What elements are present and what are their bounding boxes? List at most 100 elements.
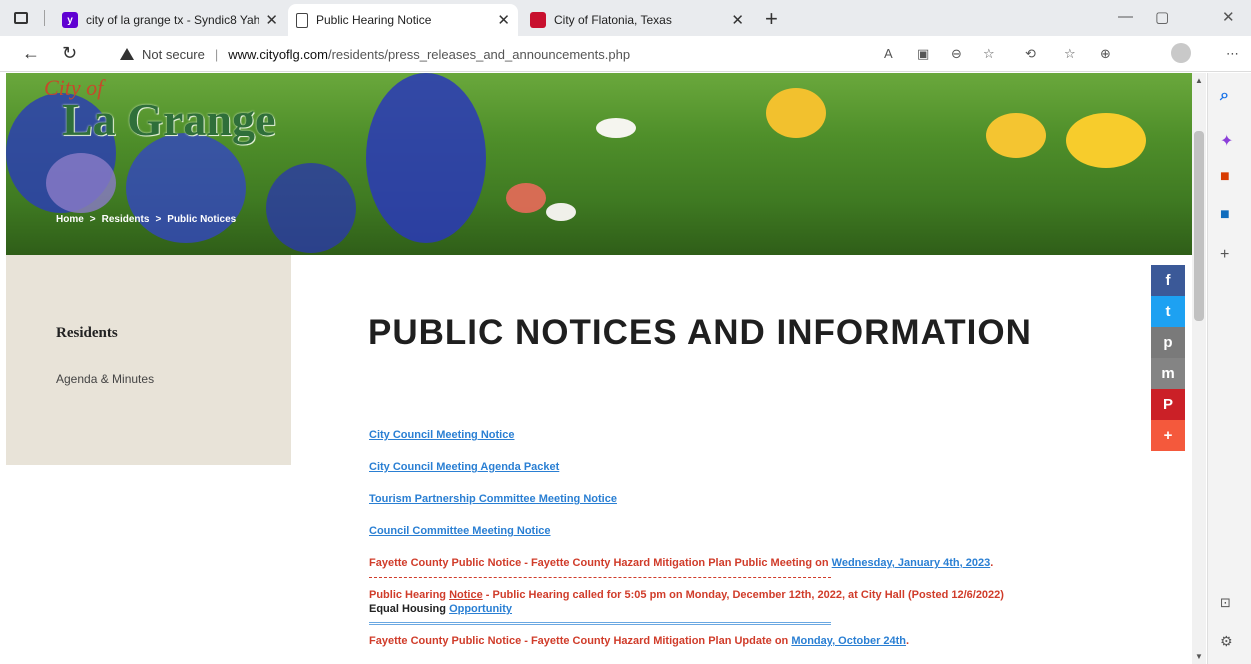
breadcrumb-separator: > (155, 214, 162, 225)
collections-icon[interactable]: ⊕ (1100, 46, 1111, 62)
notice-text: . (990, 557, 994, 569)
hero-banner: City of La Grange Home > Residents > Pub… (6, 73, 1202, 255)
url-path: /residents/press_releases_and_announceme… (327, 46, 631, 62)
extensions-icon[interactable]: ⟲ (1025, 46, 1036, 62)
security-label: Not secure (142, 46, 205, 62)
scrollbar[interactable]: ▲ ▼ (1192, 73, 1206, 664)
settings-icon[interactable]: ⚙ (1220, 633, 1233, 650)
scroll-thumb[interactable] (1194, 131, 1204, 321)
coreopsis-decoration (1066, 113, 1146, 168)
warning-icon (120, 48, 134, 60)
tab-yahoo[interactable]: y city of la grange tx - Syndic8 Yah ✕ (54, 4, 286, 36)
scroll-down-icon[interactable]: ▼ (1195, 652, 1203, 661)
office-icon[interactable]: ■ (1220, 168, 1230, 186)
restore-icon[interactable]: ▢ (1155, 8, 1169, 26)
notice-link[interactable]: City Council Meeting Agenda Packet (369, 461, 559, 473)
sparkle-icon[interactable]: ✦ (1220, 131, 1233, 151)
sidebar-toggle-icon[interactable]: ⊡ (1220, 595, 1231, 611)
add-icon[interactable]: + (1220, 246, 1229, 264)
divider (369, 577, 831, 578)
refresh-icon[interactable]: ↻ (62, 43, 77, 64)
pinterest-icon[interactable]: P (1151, 389, 1185, 420)
notice-text: Equal Housing (369, 603, 450, 615)
search-icon[interactable]: ⌕ (1220, 87, 1229, 105)
print-icon[interactable]: p (1151, 327, 1185, 358)
more-icon[interactable]: ⋯ (1226, 46, 1239, 62)
notice-text: - Public Hearing called for 5:05 pm on M… (482, 589, 1004, 601)
notice-date-link[interactable]: Monday, October 24th (791, 635, 906, 647)
minimize-icon[interactable]: — (1118, 8, 1133, 25)
divider (369, 622, 831, 625)
notice-item: Fayette County Public Notice - Fayette C… (369, 635, 909, 647)
tab-title: city of la grange tx - Syndic8 Yah (86, 13, 260, 27)
notice-text: Fayette County Public Notice - Fayette C… (369, 557, 832, 569)
share-bar: f t p m P + (1151, 265, 1185, 451)
twitter-icon[interactable]: t (1151, 296, 1185, 327)
bluebonnet-decoration (266, 163, 356, 253)
notice-date-link[interactable]: Wednesday, January 4th, 2023 (832, 557, 991, 569)
coreopsis-decoration (766, 88, 826, 138)
close-window-icon[interactable]: ✕ (1222, 8, 1235, 26)
tab-actions-icon (14, 12, 28, 24)
tab-public-hearing[interactable]: Public Hearing Notice ✕ (288, 4, 518, 36)
facebook-icon[interactable]: f (1151, 265, 1185, 296)
url-separator: | (214, 46, 219, 62)
favorite-add-icon[interactable]: ☆ (983, 46, 995, 62)
document-icon (296, 12, 308, 28)
breadcrumb: Home > Residents > Public Notices (56, 214, 236, 225)
lupine-decoration (46, 153, 116, 213)
new-tab-button[interactable]: + (765, 6, 778, 32)
favorites-icon[interactable]: ☆ (1064, 46, 1076, 62)
avatar[interactable] (1171, 43, 1191, 63)
notice-link[interactable]: Notice (449, 589, 483, 601)
close-tab-icon[interactable]: ✕ (497, 11, 510, 29)
url-host: www.cityoflg.com (228, 46, 328, 62)
breadcrumb-residents[interactable]: Residents (102, 214, 150, 225)
address-bar: ← ↻ Not secure | www.cityoflg.com/reside… (0, 36, 1251, 72)
breadcrumb-home[interactable]: Home (56, 214, 84, 225)
notice-item: Equal Housing Opportunity (369, 603, 512, 615)
immersive-reader-icon[interactable]: ▣ (917, 46, 929, 62)
breadcrumb-current: Public Notices (167, 214, 237, 225)
tab-title: Public Hearing Notice (316, 13, 432, 27)
back-icon[interactable]: ← (22, 43, 40, 64)
sidebar-heading: Residents (56, 325, 118, 341)
close-tab-icon[interactable]: ✕ (265, 11, 278, 29)
outlook-icon[interactable]: ■ (1220, 206, 1230, 224)
white-flower-decoration (596, 118, 636, 138)
divider (44, 10, 45, 26)
page-title: PUBLIC NOTICES AND INFORMATION (368, 313, 1032, 352)
yahoo-icon: y (62, 12, 78, 28)
flower-decoration (506, 183, 546, 213)
page-viewport: City of La Grange Home > Residents > Pub… (6, 73, 1202, 664)
notice-text: Public Hearing (369, 589, 450, 601)
sidebar-item-agenda-minutes[interactable]: Agenda & Minutes (56, 372, 154, 386)
edge-sidebar: ⌕ ✦ ■ ■ + ⊡ ⚙ (1207, 73, 1251, 664)
read-aloud-icon[interactable]: A (884, 46, 893, 61)
tab-actions-button[interactable] (10, 8, 32, 28)
tab-strip: y city of la grange tx - Syndic8 Yah ✕ P… (0, 0, 1251, 36)
flatonia-icon (530, 12, 546, 28)
white-flower-decoration (546, 203, 576, 221)
tab-flatonia[interactable]: City of Flatonia, Texas ✕ (522, 4, 752, 36)
notice-item: Public Hearing Notice - Public Hearing c… (369, 589, 1004, 601)
bluebonnet-decoration (366, 73, 486, 243)
notice-link[interactable]: Council Committee Meeting Notice (369, 525, 551, 537)
email-icon[interactable]: m (1151, 358, 1185, 389)
close-tab-icon[interactable]: ✕ (731, 11, 744, 29)
notice-item: Fayette County Public Notice - Fayette C… (369, 557, 993, 569)
notice-text: Fayette County Public Notice - Fayette C… (369, 635, 792, 647)
zoom-out-icon[interactable]: ⊖ (951, 46, 962, 62)
more-share-icon[interactable]: + (1151, 420, 1185, 451)
coreopsis-decoration (986, 113, 1046, 158)
notice-link[interactable]: Opportunity (449, 603, 512, 615)
notice-text: . (906, 635, 910, 647)
site-logo[interactable]: La Grange (62, 93, 275, 146)
tab-title: City of Flatonia, Texas (554, 13, 672, 27)
sidebar: Residents Agenda & Minutes (6, 255, 291, 465)
notice-link[interactable]: Tourism Partnership Committee Meeting No… (369, 493, 617, 505)
breadcrumb-separator: > (89, 214, 96, 225)
notice-link[interactable]: City Council Meeting Notice (369, 429, 514, 441)
bluebonnet-decoration (126, 133, 246, 243)
scroll-up-icon[interactable]: ▲ (1195, 76, 1203, 85)
